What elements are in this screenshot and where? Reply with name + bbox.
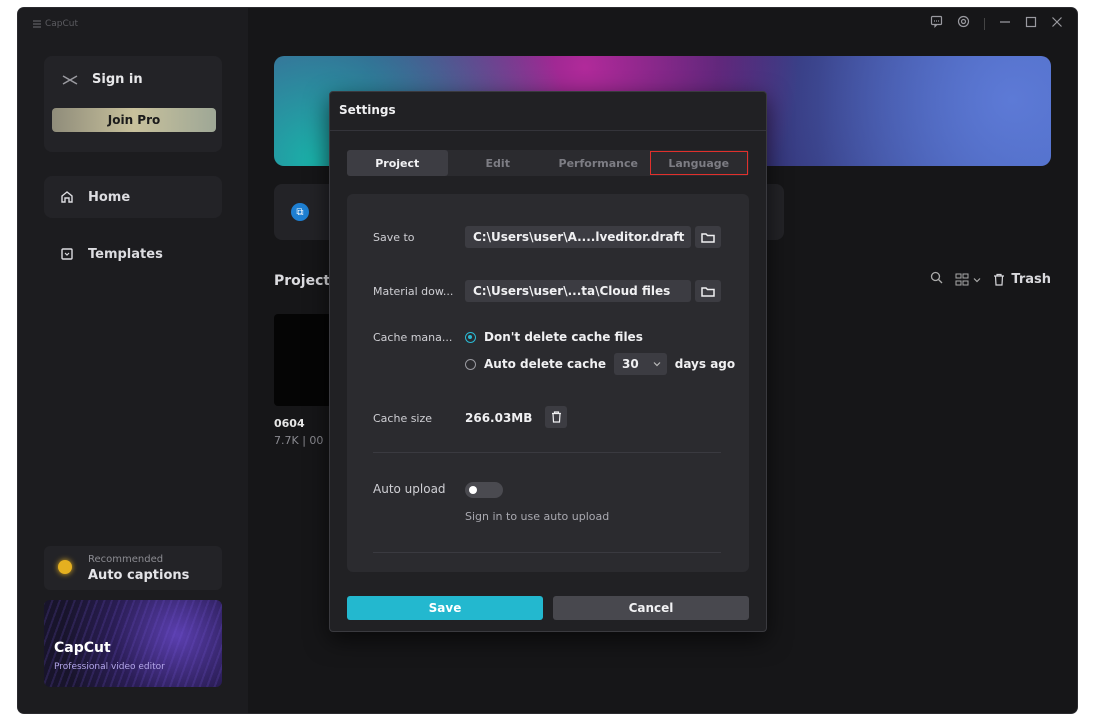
sign-in-label: Sign in: [92, 72, 143, 87]
cache-days-suffix: days ago: [674, 357, 736, 371]
app-window: CapCut Sign in Join Pro Home Templates R…: [18, 8, 1077, 713]
trash-icon: [551, 411, 561, 423]
project-name: 0604: [274, 417, 305, 430]
settings-gear-icon[interactable]: [957, 15, 970, 32]
cache-days-select[interactable]: 30: [614, 353, 667, 375]
material-download-browse-button[interactable]: [695, 280, 721, 302]
folder-icon: [701, 232, 715, 243]
cancel-button[interactable]: Cancel: [553, 596, 749, 620]
title-bar-controls: [930, 15, 1063, 32]
search-icon[interactable]: [930, 271, 943, 288]
cache-size-label: Cache size: [373, 412, 433, 425]
panel-divider: [373, 552, 721, 553]
dialog-title: Settings: [339, 103, 396, 117]
cache-management-label: Cache mana...: [373, 331, 453, 344]
tab-language[interactable]: Language: [649, 150, 750, 176]
tab-performance[interactable]: Performance: [548, 150, 649, 176]
minimize-icon[interactable]: [999, 16, 1011, 32]
cache-size-value: 266.03MB: [465, 411, 533, 425]
radio-selected-icon: [465, 331, 476, 343]
trash-button[interactable]: Trash: [993, 272, 1051, 287]
app-logo: CapCut: [32, 19, 78, 29]
tab-project[interactable]: Project: [347, 150, 448, 176]
sidebar-item-label: Templates: [88, 246, 163, 262]
account-card: Sign in Join Pro: [44, 56, 222, 152]
feedback-icon[interactable]: [930, 15, 943, 32]
panel-divider: [373, 452, 721, 453]
promo-title: CapCut: [54, 640, 111, 656]
grid-view-icon: [955, 273, 969, 286]
promo-subtitle: Professional video editor: [54, 662, 165, 672]
capcut-logo-icon: [33, 20, 41, 28]
tab-edit[interactable]: Edit: [448, 150, 549, 176]
project-meta: 7.7K | 00: [274, 434, 324, 447]
trash-icon: [994, 273, 1005, 286]
recommended-card[interactable]: Recommended Auto captions: [44, 546, 222, 590]
settings-tabs: Project Edit Performance Language: [347, 150, 749, 176]
capcut-icon: [62, 74, 78, 85]
auto-upload-label: Auto upload: [373, 482, 446, 496]
recommended-label: Recommended: [88, 554, 164, 565]
chevron-down-icon: [973, 277, 981, 282]
save-to-browse-button[interactable]: [695, 226, 721, 248]
promo-banner[interactable]: CapCut Professional video editor: [44, 600, 222, 687]
radio-unselected-icon: [465, 358, 476, 370]
sidebar-item-label: Home: [88, 189, 131, 205]
dialog-divider: [330, 130, 766, 131]
title-bar-divider: [984, 17, 985, 30]
auto-upload-toggle[interactable]: [465, 482, 503, 498]
trash-label: Trash: [1011, 272, 1051, 287]
project-toolbar: Trash: [930, 271, 1051, 288]
save-to-path-field[interactable]: C:\Users\user\A....lveditor.draft: [465, 226, 691, 248]
recommended-title: Auto captions: [88, 568, 190, 583]
folder-icon: [701, 286, 715, 297]
project-settings-panel: Save to C:\Users\user\A....lveditor.draf…: [347, 194, 749, 572]
save-to-label: Save to: [373, 231, 415, 244]
maximize-icon[interactable]: [1025, 16, 1037, 32]
app-logo-text: CapCut: [45, 19, 79, 29]
cache-days-value: 30: [622, 357, 639, 371]
settings-dialog: Settings Project Edit Performance Langua…: [329, 91, 767, 632]
auto-upload-hint: Sign in to use auto upload: [465, 510, 610, 523]
close-icon[interactable]: [1051, 16, 1063, 32]
material-download-path-field[interactable]: C:\Users\user\...ta\Cloud files: [465, 280, 691, 302]
cache-option-auto-delete-label: Auto delete cache: [484, 357, 607, 371]
material-download-label: Material dow...: [373, 285, 454, 298]
chevron-down-icon: [653, 362, 661, 367]
sidebar-item-templates[interactable]: Templates: [44, 233, 222, 275]
cache-option-keep-label: Don't delete cache files: [484, 330, 643, 344]
save-button[interactable]: Save: [347, 596, 543, 620]
view-toggle-button[interactable]: [955, 273, 981, 286]
sign-in-button[interactable]: Sign in: [62, 72, 143, 87]
clear-cache-button[interactable]: [545, 406, 567, 428]
cache-option-keep[interactable]: Don't delete cache files: [465, 330, 643, 344]
sun-icon: [58, 560, 72, 574]
templates-icon: [61, 248, 73, 260]
join-pro-button[interactable]: Join Pro: [52, 108, 216, 132]
sidebar-item-home[interactable]: Home: [44, 176, 222, 218]
create-project-icon: ⧉: [291, 203, 309, 221]
cache-option-auto-delete[interactable]: Auto delete cache 30 days ago: [465, 353, 735, 375]
home-icon: [61, 191, 73, 203]
sidebar: CapCut Sign in Join Pro Home Templates R…: [18, 8, 248, 713]
